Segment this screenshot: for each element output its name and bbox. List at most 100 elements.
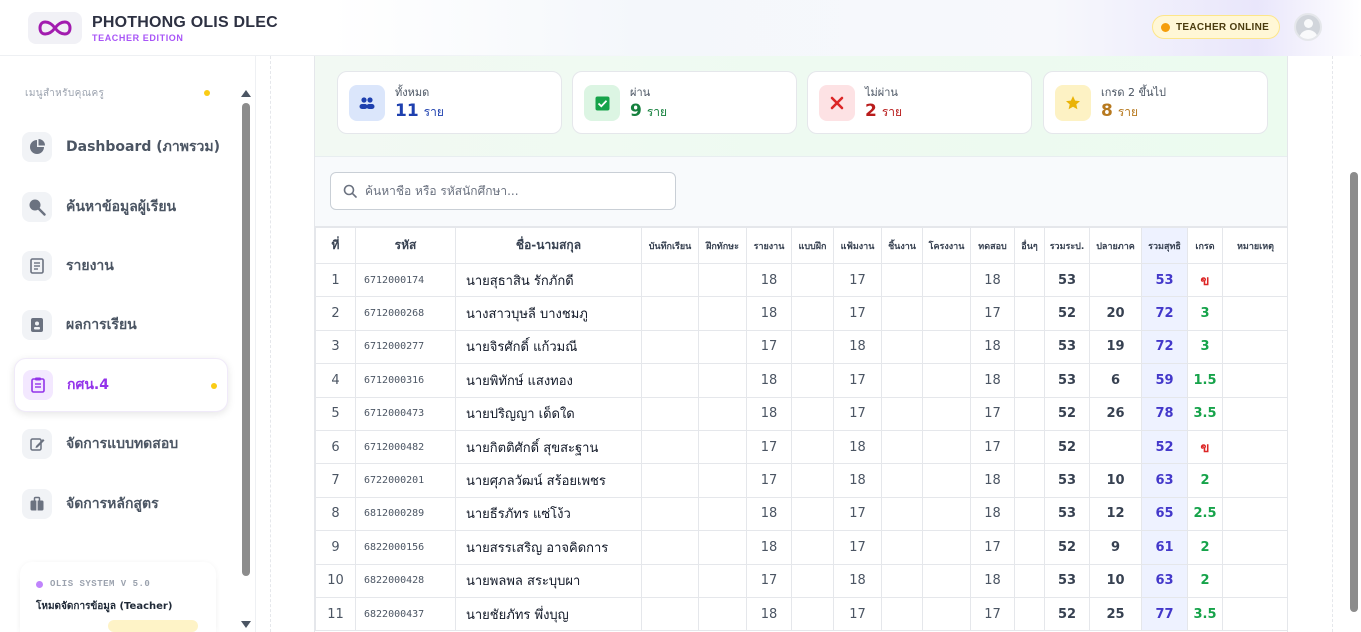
table-cell — [1014, 296, 1045, 331]
sidebar-item-search[interactable]: ค้นหาข้อมูลผู้เรียน — [14, 180, 228, 234]
table-cell: 1 — [315, 262, 356, 298]
table-cell — [698, 329, 747, 365]
table-cell: 6722000201 — [355, 463, 456, 498]
table-cell — [641, 429, 699, 465]
brand: PHOTHONG OLIS DLEC TEACHER EDITION — [92, 14, 278, 43]
sidebar-item-kor-sor-nor-4[interactable]: กศน.4 — [14, 358, 228, 412]
table-cell: 6 — [315, 429, 356, 465]
sidebar-item-manage-curriculum[interactable]: จัดการหลักสูตร — [14, 477, 228, 531]
table-cell: 2.5 — [1187, 496, 1223, 532]
table-cell: 17 — [833, 496, 882, 532]
table-cell — [1089, 262, 1142, 298]
table-row[interactable]: 2 6712000268 นางสาวบุษลี บางชมภู 18 17 17 52 20… — [315, 296, 1287, 331]
divider — [1332, 56, 1333, 632]
table-cell — [698, 463, 747, 498]
table-cell: 6822000437 — [355, 596, 456, 632]
column-header: หมายเหตุ — [1222, 227, 1287, 264]
table-cell — [1222, 262, 1287, 298]
sidebar-scrollbar[interactable] — [242, 103, 250, 576]
system-dot-icon — [36, 581, 43, 588]
table-row[interactable]: 7 6722000201 นายศุภลวัฒน์ สร้อยเพชร 17 18 18 5… — [315, 463, 1287, 498]
sidebar-item-results[interactable]: ผลการเรียน — [14, 298, 228, 352]
stat-value: 9 — [630, 101, 642, 121]
table-row[interactable]: 10 6822000428 นายพลพล สระบุบผา 17 18 18 53 10 63… — [315, 563, 1287, 598]
stat-card-fail: ไม่ผ่าน 2 ราย — [807, 71, 1032, 134]
table-row[interactable]: 6 6712000482 นายกิตติศักดิ์ สุขสะฐาน 17 18 17… — [315, 429, 1287, 465]
table-cell: นายสรรเสริญ อาจคิดการ — [455, 530, 642, 565]
table-cell: 53 — [1141, 262, 1188, 298]
table-cell — [1014, 496, 1045, 532]
sidebar-item-dashboard[interactable]: Dashboard (ภาพรวม) — [14, 120, 228, 174]
table-cell: 53 — [1044, 363, 1090, 398]
table-cell: 52 — [1141, 429, 1188, 465]
table-cell: 6712000174 — [355, 262, 456, 298]
table-cell: 6712000482 — [355, 429, 456, 465]
table-cell: 10 — [315, 563, 356, 598]
table-cell: 6 — [1089, 363, 1142, 398]
search-box[interactable] — [330, 172, 676, 210]
column-header: ฝึกทักษะ — [698, 227, 747, 264]
table-cell: 17 — [833, 530, 882, 565]
page-scrollbar[interactable] — [1350, 172, 1358, 612]
app-logo[interactable] — [28, 12, 82, 44]
stat-value: 11 — [395, 101, 419, 121]
table-cell — [698, 262, 747, 298]
table-row[interactable]: 8 6812000289 นายธีรภัทร แซ่โง้ว 18 17 18 53 12 6… — [315, 496, 1287, 532]
table-cell: นายจิรศักดิ์ แก้วมณี — [455, 329, 642, 365]
table-cell: 18 — [970, 262, 1015, 298]
table-cell: 20 — [1089, 296, 1142, 331]
table-cell: 77 — [1141, 596, 1188, 632]
brand-title: PHOTHONG OLIS DLEC — [92, 14, 278, 31]
table-cell — [641, 496, 699, 532]
table-cell: 61 — [1141, 530, 1188, 565]
table-row[interactable]: 9 6822000156 นายสรรเสริญ อาจคิดการ 18 17 17 52… — [315, 530, 1287, 565]
table-cell: 17 — [970, 429, 1015, 465]
table-cell — [698, 363, 747, 398]
sidebar-item-label: Dashboard (ภาพรวม) — [66, 139, 220, 155]
table-row[interactable]: 3 6712000277 นายจิรศักดิ์ แก้วมณี 17 18 18 53 1… — [315, 329, 1287, 365]
table-cell: 17 — [970, 596, 1015, 632]
table-cell: 18 — [746, 496, 792, 532]
column-header: อื่นๆ — [1014, 227, 1045, 264]
column-header: ที่ — [315, 227, 356, 264]
table-cell — [641, 296, 699, 331]
table-cell — [1222, 329, 1287, 365]
scroll-down-icon[interactable] — [241, 621, 251, 628]
table-cell — [922, 496, 971, 532]
report-icon — [22, 251, 52, 281]
table-row[interactable]: 1 6712000174 นายสุธาสิน รักภักดี 18 17 18 53 53… — [315, 262, 1287, 298]
sidebar-item-label: ค้นหาข้อมูลผู้เรียน — [66, 199, 177, 215]
table-header-row: ที่ รหัส ชื่อ-นามสกุล บันทึกเรียน ฝึกทักษะ รา… — [315, 227, 1287, 264]
sidebar: เมนูสำหรับคุณครู Dashboard (ภาพรวม) ค้นห… — [0, 56, 256, 632]
scroll-up-icon[interactable] — [241, 90, 251, 97]
table-row[interactable]: 5 6712000473 นายปริญญา เด็ดใด 18 17 17 52 26 78 3… — [315, 396, 1287, 431]
search-input[interactable] — [365, 184, 655, 198]
table-cell — [791, 596, 834, 632]
sidebar-item-label: จัดการหลักสูตร — [66, 496, 159, 512]
sidebar-item-report[interactable]: รายงาน — [14, 239, 228, 293]
table-cell: 6712000268 — [355, 296, 456, 331]
table-cell: 63 — [1141, 563, 1188, 598]
sidebar-item-manage-tests[interactable]: จัดการแบบทดสอบ — [14, 417, 228, 471]
table-cell — [791, 396, 834, 431]
table-cell: 2 — [1187, 563, 1223, 598]
table-cell — [881, 429, 923, 465]
user-icon — [1304, 19, 1313, 28]
table-cell — [881, 563, 923, 598]
column-header: บันทึกเรียน — [641, 227, 699, 264]
active-dot-icon — [211, 383, 217, 389]
table-row[interactable]: 11 6822000437 นายชัยภัทร พึ่งบุญ 18 17 17 52 25… — [315, 596, 1287, 632]
table-cell — [698, 563, 747, 598]
avatar[interactable] — [1294, 13, 1322, 41]
table-cell: 18 — [746, 396, 792, 431]
table-cell: นายชัยภัทร พึ่งบุญ — [455, 596, 642, 632]
table-cell — [881, 363, 923, 398]
table-cell: 18 — [746, 363, 792, 398]
table-cell: 6812000289 — [355, 496, 456, 532]
table-row[interactable]: 4 6712000316 นายพิทักษ์ แสงทอง 18 17 18 53 6 59 1… — [315, 363, 1287, 398]
table-cell: นายพิทักษ์ แสงทอง — [455, 363, 642, 398]
table-cell — [1222, 296, 1287, 331]
column-header: รวมระป. — [1044, 227, 1090, 264]
column-header: ชิ้นงาน — [881, 227, 923, 264]
stat-card-pass: ผ่าน 9 ราย — [572, 71, 797, 134]
